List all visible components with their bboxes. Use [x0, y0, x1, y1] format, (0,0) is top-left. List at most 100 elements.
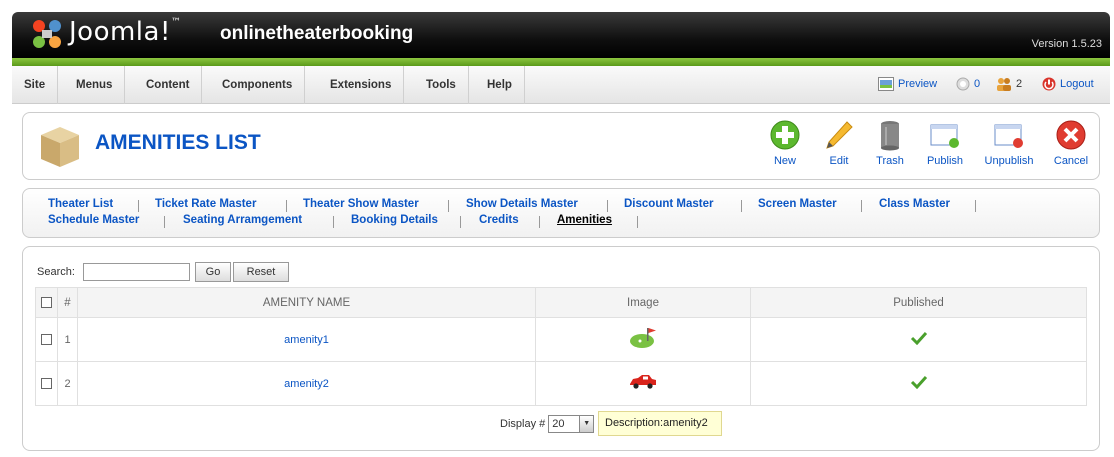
menu-content[interactable]: Content — [134, 66, 203, 104]
new-button[interactable]: New — [755, 119, 815, 167]
submenu-credits[interactable]: Credits — [479, 214, 519, 226]
submenu-discount-master[interactable]: Discount Master — [624, 198, 713, 210]
search-label: Search: — [37, 266, 75, 278]
column-header-amenity-name[interactable]: AMENITY NAME — [77, 287, 536, 318]
trash-label: Trash — [876, 155, 904, 167]
display-limit-select[interactable]: 20 ▼ — [548, 415, 595, 433]
table-row: 1 amenity1 — [35, 317, 1087, 362]
menu-components[interactable]: Components — [210, 66, 306, 104]
row-select-cell — [35, 317, 58, 362]
toolbar-panel: AMENITIES LIST New Edit Trash Publish Un… — [22, 112, 1100, 180]
published-check-icon[interactable] — [910, 331, 928, 346]
publish-button[interactable]: Publish — [915, 119, 975, 167]
golf-icon — [630, 328, 656, 348]
messages-status[interactable]: 0 — [956, 77, 980, 91]
submenu-divider — [741, 200, 742, 212]
trash-button[interactable]: Trash — [860, 119, 920, 167]
messages-count: 0 — [974, 78, 981, 90]
amenities-box-icon — [41, 127, 79, 167]
new-icon — [770, 120, 800, 150]
submenu-booking-details[interactable]: Booking Details — [351, 214, 438, 226]
select-all-checkbox[interactable] — [41, 296, 52, 308]
display-label: Display # — [500, 418, 546, 430]
menu-tools[interactable]: Tools — [414, 66, 469, 104]
submenu-screen-master[interactable]: Screen Master — [758, 198, 837, 210]
row-checkbox[interactable] — [41, 334, 52, 346]
submenu-divider — [460, 216, 461, 228]
submenu-divider — [333, 216, 334, 228]
users-status[interactable]: 2 — [996, 77, 1022, 91]
amenities-table: # AMENITY NAME Image Published 1 amenity… — [35, 287, 1087, 406]
column-header-image: Image — [535, 287, 751, 318]
users-count: 2 — [1016, 78, 1023, 90]
select-all-cell — [35, 287, 58, 318]
amenity-name-cell: amenity2 — [77, 361, 536, 406]
unpublish-icon — [994, 124, 1023, 148]
published-cell — [750, 361, 1087, 406]
row-number: 2 — [57, 361, 78, 406]
submenu-divider — [539, 216, 540, 228]
unpublish-button[interactable]: Unpublish — [979, 119, 1039, 167]
logout-label: Logout — [1060, 78, 1094, 90]
submenu-schedule-master[interactable]: Schedule Master — [48, 214, 139, 226]
admin-header: Joomla!™ onlinetheaterbooking Version 1.… — [12, 12, 1110, 58]
menu-menus[interactable]: Menus — [64, 66, 126, 104]
published-check-icon[interactable] — [910, 375, 928, 390]
logout-link[interactable]: Logout — [1042, 77, 1094, 91]
tooltip: Description:amenity2 — [598, 411, 722, 436]
preview-label: Preview — [898, 78, 938, 90]
menu-extensions[interactable]: Extensions — [318, 66, 405, 104]
page-title: AMENITIES LIST — [95, 131, 261, 154]
pagination-display: Display # 20 ▼ — [500, 415, 595, 433]
version-label: Version 1.5.23 — [1031, 38, 1102, 50]
submenu-amenities[interactable]: Amenities — [557, 214, 612, 226]
preview-link[interactable]: Preview — [878, 77, 937, 91]
component-submenu: Theater List Ticket Rate Master Theater … — [22, 188, 1100, 238]
submenu-divider — [286, 200, 287, 212]
submenu-divider — [975, 200, 976, 212]
submenu-show-details-master[interactable]: Show Details Master — [466, 198, 578, 210]
submenu-theater-list[interactable]: Theater List — [48, 198, 113, 210]
submenu-class-master[interactable]: Class Master — [879, 198, 950, 210]
submenu-divider — [138, 200, 139, 212]
submenu-divider — [164, 216, 165, 228]
edit-icon — [826, 121, 853, 149]
unpublish-label: Unpublish — [984, 155, 1034, 167]
column-header-published: Published — [750, 287, 1087, 318]
submenu-ticket-rate-master[interactable]: Ticket Rate Master — [155, 198, 256, 210]
amenity-image-cell — [535, 361, 751, 406]
amenity-name-link[interactable]: amenity1 — [284, 334, 329, 346]
search-input[interactable] — [83, 263, 190, 281]
messages-icon — [956, 77, 970, 91]
logout-icon — [1042, 77, 1056, 91]
joomla-wordmark: Joomla!™ — [69, 17, 182, 47]
reset-button[interactable]: Reset — [233, 262, 289, 282]
menu-bar: Site Menus Content Components Extensions… — [12, 66, 1110, 104]
publish-label: Publish — [926, 155, 964, 167]
joomla-logo-icon — [33, 20, 61, 48]
publish-icon — [930, 124, 959, 148]
submenu-divider — [607, 200, 608, 212]
column-header-number: # — [57, 287, 78, 318]
site-name: onlinetheaterbooking — [220, 23, 414, 44]
new-label: New — [773, 155, 796, 167]
submenu-divider — [637, 216, 638, 228]
car-icon — [630, 375, 656, 389]
submenu-theater-show-master[interactable]: Theater Show Master — [303, 198, 419, 210]
menu-help[interactable]: Help — [475, 66, 525, 104]
row-checkbox[interactable] — [41, 378, 52, 390]
header-accent-bar — [12, 58, 1110, 66]
amenity-image-cell — [535, 317, 751, 362]
cancel-button[interactable]: Cancel — [1041, 119, 1101, 167]
submenu-seating-arrangement[interactable]: Seating Arramgement — [183, 214, 302, 226]
go-button[interactable]: Go — [195, 262, 231, 282]
trash-icon — [881, 121, 899, 151]
table-header-row: # AMENITY NAME Image Published — [35, 287, 1087, 318]
amenity-name-cell: amenity1 — [77, 317, 536, 362]
row-number: 1 — [57, 317, 78, 362]
amenity-name-link[interactable]: amenity2 — [284, 378, 329, 390]
preview-icon — [878, 77, 894, 91]
users-icon — [997, 78, 1011, 91]
menu-site[interactable]: Site — [12, 66, 59, 104]
cancel-icon — [1056, 120, 1086, 150]
